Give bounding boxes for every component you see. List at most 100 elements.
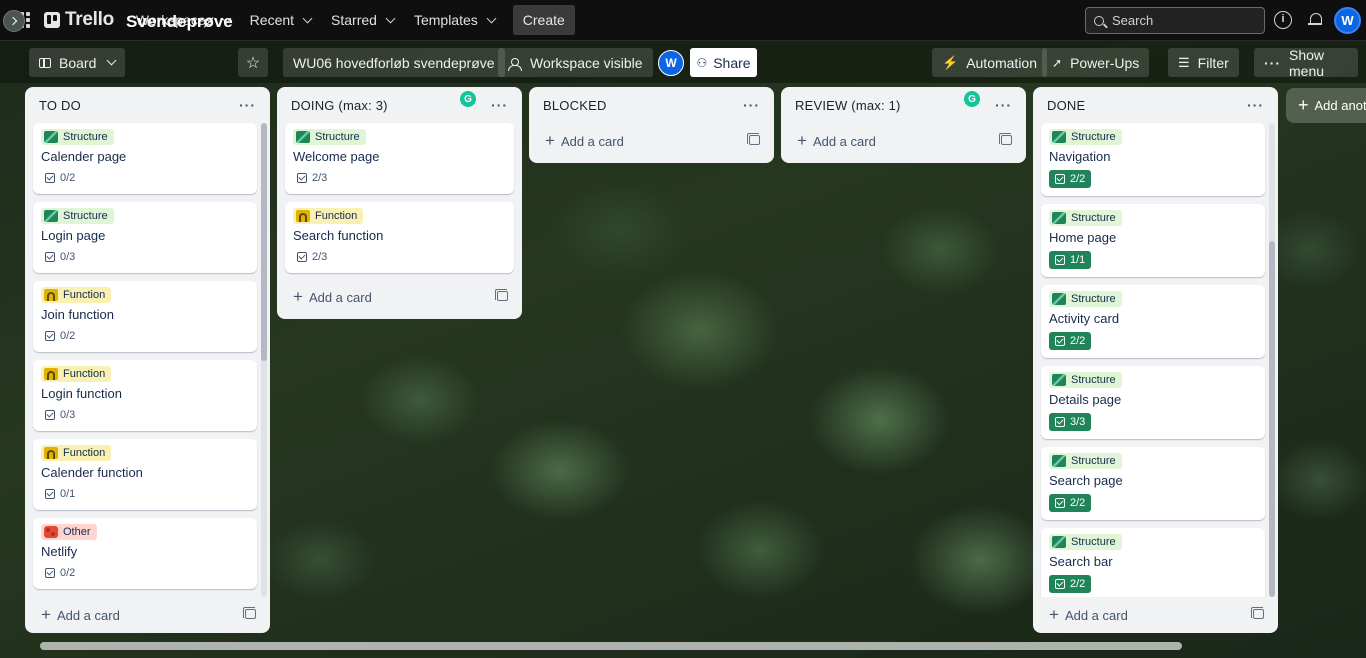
card-label[interactable]: Function bbox=[41, 287, 112, 303]
card-template-icon[interactable] bbox=[243, 607, 256, 619]
list-title[interactable]: BLOCKED bbox=[543, 98, 607, 113]
list-menu-icon[interactable]: ··· bbox=[743, 97, 760, 113]
sidebar-expand-chevron-icon[interactable] bbox=[3, 10, 25, 32]
list-title[interactable]: REVIEW (max: 1) bbox=[795, 98, 901, 113]
grammarly-icon[interactable]: G bbox=[460, 91, 476, 107]
card-label[interactable]: Structure bbox=[1049, 129, 1122, 145]
add-person-icon: ⚇ bbox=[696, 55, 708, 70]
card-label[interactable]: Function bbox=[293, 208, 364, 224]
card-template-icon[interactable] bbox=[1251, 607, 1264, 619]
card-template-icon[interactable] bbox=[747, 133, 760, 145]
card-label[interactable]: Structure bbox=[41, 208, 114, 224]
card-label[interactable]: Function bbox=[41, 445, 112, 461]
checklist-badge: 0/2 bbox=[41, 328, 79, 344]
share-button[interactable]: ⚇ Share bbox=[690, 48, 757, 77]
card[interactable]: Other Netlify 0/2 bbox=[33, 518, 257, 589]
horizontal-scrollbar[interactable] bbox=[40, 642, 1182, 650]
card-label[interactable]: Structure bbox=[41, 129, 114, 145]
create-button[interactable]: Create bbox=[512, 5, 575, 35]
nav-templates[interactable]: Templates bbox=[404, 4, 505, 36]
add-card-button[interactable]: + Add a card bbox=[529, 125, 774, 155]
card-label[interactable]: Other bbox=[41, 524, 97, 540]
card[interactable]: Structure Calender page 0/2 bbox=[33, 123, 257, 194]
list-header: DONE ··· bbox=[1033, 87, 1278, 123]
card[interactable]: Structure Navigation 2/2 bbox=[1041, 123, 1265, 196]
list-menu-icon[interactable]: ··· bbox=[1247, 97, 1264, 113]
card-label[interactable]: Structure bbox=[1049, 534, 1122, 550]
card[interactable]: Function Join function 0/2 bbox=[33, 281, 257, 352]
list-menu-icon[interactable]: ··· bbox=[239, 97, 256, 113]
card-label[interactable]: Function bbox=[41, 366, 112, 382]
add-card-button[interactable]: + Add a card bbox=[1033, 599, 1278, 629]
info-icon[interactable]: i bbox=[1274, 11, 1292, 29]
card-template-icon[interactable] bbox=[495, 289, 508, 301]
card-label-text: Structure bbox=[1071, 455, 1116, 467]
card[interactable]: Function Login function 0/3 bbox=[33, 360, 257, 431]
card[interactable]: Function Calender function 0/1 bbox=[33, 439, 257, 510]
board-title[interactable]: Svendeprøve bbox=[126, 12, 233, 32]
checklist-count: 0/2 bbox=[60, 172, 76, 184]
checklist-count: 2/3 bbox=[312, 172, 328, 184]
workspace-button[interactable]: WU06 hovedforløb svendeprøve bbox=[283, 48, 505, 77]
trello-logo[interactable]: Trello bbox=[44, 9, 114, 31]
list-done: DONE ··· Structure Navigation 2/2 Structure Ho… bbox=[1033, 87, 1278, 633]
rocket-icon: ➚ bbox=[1052, 55, 1063, 70]
star-icon: ☆ bbox=[245, 54, 261, 72]
card-label[interactable]: Structure bbox=[1049, 453, 1122, 469]
list-scrollbar[interactable] bbox=[1269, 123, 1275, 597]
card-label[interactable]: Structure bbox=[1049, 372, 1122, 388]
list-menu-icon[interactable]: ··· bbox=[491, 97, 508, 113]
card[interactable]: Structure Home page 1/1 bbox=[1041, 204, 1265, 277]
board-view-switcher[interactable]: Board bbox=[29, 48, 126, 77]
show-menu-button[interactable]: ··· Show menu bbox=[1254, 47, 1358, 79]
list-title[interactable]: DOING (max: 3) bbox=[291, 98, 388, 113]
checklist-icon bbox=[1055, 174, 1065, 184]
visibility-button[interactable]: Workspace visible bbox=[498, 48, 653, 77]
card[interactable]: Structure Activity card 2/2 bbox=[1041, 285, 1265, 358]
nav-starred[interactable]: Starred bbox=[321, 4, 404, 36]
list-title[interactable]: DONE bbox=[1047, 98, 1085, 113]
card[interactable]: Structure Search bar 2/2 bbox=[1041, 528, 1265, 597]
card-label-text: Function bbox=[315, 210, 358, 222]
account-avatar[interactable]: W bbox=[1334, 7, 1361, 34]
add-card-button[interactable]: + Add a card bbox=[25, 599, 270, 629]
list-scrollbar-thumb[interactable] bbox=[1269, 241, 1275, 597]
checklist-icon bbox=[45, 252, 55, 262]
search-input[interactable]: Search bbox=[1085, 7, 1265, 34]
card[interactable]: Structure Details page 3/3 bbox=[1041, 366, 1265, 439]
add-list-button[interactable]: + Add another list bbox=[1286, 88, 1366, 123]
list-menu-icon[interactable]: ··· bbox=[995, 97, 1012, 113]
card-label[interactable]: Structure bbox=[1049, 291, 1122, 307]
card-label[interactable]: Structure bbox=[293, 129, 366, 145]
list-scrollbar[interactable] bbox=[261, 123, 267, 597]
add-card-button[interactable]: + Add a card bbox=[277, 281, 522, 311]
card-label[interactable]: Structure bbox=[1049, 210, 1122, 226]
card-label-text: Function bbox=[63, 368, 106, 380]
structure-label-icon bbox=[44, 210, 58, 222]
add-card-button[interactable]: + Add a card bbox=[781, 125, 1026, 155]
card[interactable]: Structure Welcome page 2/3 bbox=[285, 123, 514, 194]
card-template-icon[interactable] bbox=[999, 133, 1012, 145]
list-blocked: BLOCKED ··· + Add a card bbox=[529, 87, 774, 163]
nav-recent[interactable]: Recent bbox=[240, 4, 321, 36]
list-header: REVIEW (max: 1) ··· bbox=[781, 87, 1026, 123]
star-board-button[interactable]: ☆ bbox=[238, 48, 268, 77]
grammarly-icon[interactable]: G bbox=[964, 91, 980, 107]
notifications-bell-icon[interactable] bbox=[1307, 11, 1325, 29]
member-avatar[interactable]: W bbox=[658, 50, 684, 76]
card[interactable]: Function Search function 2/3 bbox=[285, 202, 514, 273]
card-title: Welcome page bbox=[293, 149, 380, 164]
card[interactable]: Structure Search page 2/2 bbox=[1041, 447, 1265, 520]
list-header: TO DO ··· bbox=[25, 87, 270, 123]
structure-label-icon bbox=[1052, 293, 1066, 305]
card-title: Netlify bbox=[41, 544, 78, 559]
checklist-icon bbox=[45, 410, 55, 420]
card[interactable]: Structure Login page 0/3 bbox=[33, 202, 257, 273]
list-title[interactable]: TO DO bbox=[39, 98, 81, 113]
filter-button[interactable]: ☰ Filter bbox=[1168, 48, 1239, 77]
powerups-button[interactable]: ➚ Power-Ups bbox=[1042, 48, 1150, 77]
more-icon: ··· bbox=[1264, 54, 1281, 71]
automation-button[interactable]: ⚡ Automation bbox=[932, 48, 1048, 77]
chevron-down-icon bbox=[302, 13, 313, 23]
list-scrollbar-thumb[interactable] bbox=[261, 123, 267, 361]
